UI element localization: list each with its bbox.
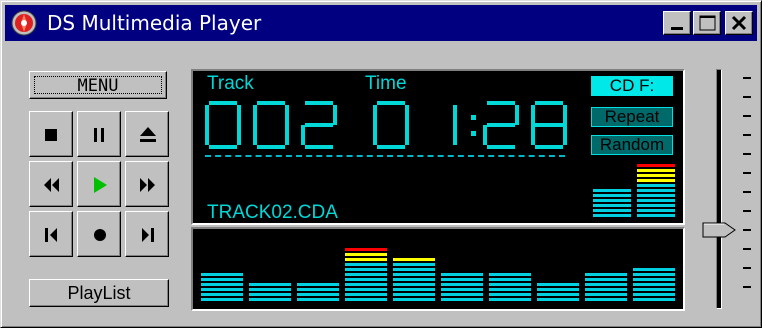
volume-scale (743, 77, 751, 288)
lcd-display: Track Time TRACK02.CDA CD F: Repeat Rand… (191, 69, 685, 225)
play-button[interactable] (77, 161, 121, 207)
volume-tick (743, 77, 751, 79)
volume-tick (743, 115, 751, 117)
next-track-icon (142, 228, 154, 242)
spectrum-bar (249, 283, 291, 301)
vu-meter (593, 164, 675, 217)
spectrum-bar (489, 273, 531, 301)
volume-tick (743, 191, 751, 193)
volume-tick (743, 134, 751, 136)
menu-button-label: MENU (34, 76, 162, 95)
track-digit (253, 101, 289, 149)
volume-slider-track[interactable] (716, 69, 722, 309)
close-button[interactable] (725, 11, 753, 35)
stop-button[interactable] (29, 111, 73, 157)
pause-icon (94, 128, 104, 142)
spectrum-bar (345, 248, 387, 301)
time-colon (471, 115, 476, 136)
rewind-button[interactable] (29, 161, 73, 207)
record-button[interactable] (77, 211, 121, 257)
spectrum-bar (297, 283, 339, 301)
vu-bar (593, 189, 631, 217)
time-digit (531, 101, 567, 149)
fast-forward-icon (140, 178, 155, 192)
file-name: TRACK02.CDA (207, 202, 338, 223)
spectrum-bar (393, 258, 435, 301)
volume-tick (743, 172, 751, 174)
track-digit (301, 101, 337, 149)
close-icon (731, 15, 747, 31)
previous-track-icon (45, 228, 57, 242)
volume-tick (743, 267, 751, 269)
spectrum-bars (201, 248, 675, 301)
window-title: DS Multimedia Player (47, 11, 262, 35)
volume-tick (743, 286, 751, 288)
next-track-button[interactable] (125, 211, 169, 257)
play-icon (94, 177, 107, 193)
volume-tick (743, 229, 751, 231)
cd-drive-button[interactable]: CD F: (591, 76, 673, 96)
volume-tick (743, 96, 751, 98)
transport-controls (29, 111, 169, 261)
track-label: Track (207, 73, 254, 94)
spectrum-analyzer (191, 227, 685, 311)
volume-tick (743, 248, 751, 250)
spectrum-bar (585, 273, 627, 301)
time-digit (373, 101, 409, 149)
playlist-button[interactable]: PlayList (29, 279, 169, 307)
cd-disc-icon[interactable] (11, 10, 37, 36)
spectrum-bar (441, 273, 483, 301)
repeat-toggle[interactable]: Repeat (591, 107, 673, 127)
previous-track-button[interactable] (29, 211, 73, 257)
pause-button[interactable] (77, 111, 121, 157)
volume-slider-thumb[interactable] (701, 217, 737, 245)
minimize-button[interactable] (663, 11, 691, 35)
menu-button[interactable]: MENU (29, 71, 167, 99)
record-icon (94, 229, 106, 241)
player-window: DS Multimedia Player MENU PlayList Track… (0, 0, 762, 328)
vu-bar (637, 164, 675, 217)
rewind-icon (44, 178, 59, 192)
random-toggle[interactable]: Random (591, 135, 673, 155)
volume-tick (743, 153, 751, 155)
seven-segment-readout (205, 101, 567, 149)
title-bar[interactable]: DS Multimedia Player (5, 5, 757, 41)
time-label: Time (365, 73, 407, 94)
minimize-icon (671, 27, 683, 30)
eject-icon (140, 127, 156, 142)
maximize-button[interactable] (693, 11, 721, 35)
position-bar[interactable] (205, 155, 565, 157)
volume-tick (743, 210, 751, 212)
fast-forward-button[interactable] (125, 161, 169, 207)
time-digit (483, 101, 519, 149)
spectrum-bar (201, 273, 243, 301)
spectrum-bar (537, 283, 579, 301)
maximize-icon (699, 15, 716, 31)
track-digit (205, 101, 241, 149)
spectrum-bar (633, 268, 675, 301)
eject-button[interactable] (125, 111, 169, 157)
time-digit (453, 105, 457, 145)
stop-icon (45, 129, 57, 141)
